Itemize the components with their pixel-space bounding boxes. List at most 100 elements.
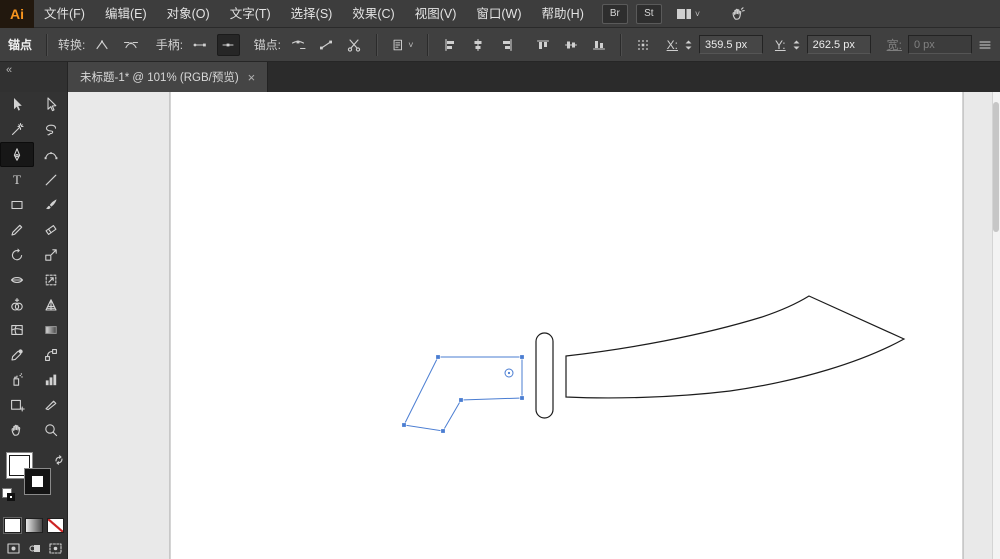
document-tab[interactable]: 未标题-1* @ 101% (RGB/预览) × bbox=[68, 62, 268, 92]
tool-symbol-sprayer[interactable] bbox=[0, 367, 34, 392]
draw-inside-icon bbox=[49, 543, 62, 554]
tool-pencil[interactable] bbox=[0, 217, 34, 242]
menu-help[interactable]: 帮助(H) bbox=[532, 0, 594, 28]
tool-eyedropper[interactable] bbox=[0, 342, 34, 367]
convert-to-corner-button[interactable] bbox=[91, 34, 113, 56]
align-top-button[interactable] bbox=[532, 34, 554, 56]
menu-window[interactable]: 窗口(W) bbox=[466, 0, 531, 28]
tool-type[interactable]: T bbox=[0, 167, 34, 192]
collapse-panel-icon[interactable]: « bbox=[6, 64, 12, 76]
hide-handles-icon bbox=[220, 37, 236, 53]
tool-pen[interactable] bbox=[0, 142, 34, 167]
tool-scale[interactable] bbox=[34, 242, 68, 267]
menu-view[interactable]: 视图(V) bbox=[405, 0, 467, 28]
tool-blend[interactable] bbox=[34, 342, 68, 367]
tool-free-transform[interactable] bbox=[34, 267, 68, 292]
tool-width[interactable] bbox=[0, 267, 34, 292]
tool-rectangle[interactable] bbox=[0, 192, 34, 217]
draw-inside-button[interactable] bbox=[47, 541, 65, 556]
y-label[interactable]: Y: bbox=[775, 38, 786, 52]
draw-behind-button[interactable] bbox=[25, 541, 43, 556]
canvas-workspace[interactable] bbox=[68, 92, 1000, 559]
tool-gradient[interactable] bbox=[34, 317, 68, 342]
gradient-button[interactable] bbox=[25, 518, 42, 533]
separator bbox=[376, 34, 378, 56]
y-input[interactable]: 262.5 px bbox=[807, 35, 871, 54]
menu-object[interactable]: 对象(O) bbox=[157, 0, 220, 28]
close-tab-icon[interactable]: × bbox=[248, 71, 256, 84]
tool-paintbrush[interactable] bbox=[34, 192, 68, 217]
anchor-point[interactable] bbox=[436, 355, 440, 359]
none-button[interactable] bbox=[47, 518, 64, 533]
document-setup-button[interactable]: ˅ bbox=[388, 34, 418, 56]
anchor-point[interactable] bbox=[441, 429, 445, 433]
hide-handles-button[interactable] bbox=[217, 34, 239, 56]
stroke-color-swatch[interactable] bbox=[25, 469, 50, 494]
line-segment-icon bbox=[43, 172, 59, 188]
tool-shape-builder[interactable] bbox=[0, 292, 34, 317]
x-label[interactable]: X: bbox=[667, 38, 678, 52]
swap-fill-stroke-button[interactable] bbox=[53, 453, 65, 471]
stock-button[interactable]: St bbox=[636, 4, 662, 24]
anchor-point[interactable] bbox=[520, 396, 524, 400]
workspace-switcher-button[interactable]: ˅ bbox=[676, 7, 700, 21]
tool-direct-selection[interactable] bbox=[34, 92, 68, 117]
vertical-scrollbar-thumb[interactable] bbox=[993, 102, 999, 232]
guard-capsule-path[interactable] bbox=[536, 333, 553, 418]
align-right-icon bbox=[500, 38, 514, 52]
convert-to-smooth-button[interactable] bbox=[120, 34, 142, 56]
curvature-icon bbox=[43, 147, 59, 163]
tool-selection[interactable] bbox=[0, 92, 34, 117]
tool-mesh[interactable] bbox=[0, 317, 34, 342]
panel-flyout-button[interactable] bbox=[978, 38, 992, 52]
control-bar: 锚点 转换: 手柄: 锚点: bbox=[0, 28, 1000, 62]
tool-magic-wand[interactable] bbox=[0, 117, 34, 142]
tool-rotate[interactable] bbox=[0, 242, 34, 267]
show-handles-button[interactable] bbox=[189, 34, 211, 56]
bridge-button[interactable]: Br bbox=[602, 4, 628, 24]
share-button[interactable] bbox=[730, 6, 746, 22]
menu-effect[interactable]: 效果(C) bbox=[342, 0, 404, 28]
draw-normal-button[interactable] bbox=[4, 541, 22, 556]
tool-line-segment[interactable] bbox=[34, 167, 68, 192]
tool-zoom[interactable] bbox=[34, 417, 68, 442]
tool-lasso[interactable] bbox=[34, 117, 68, 142]
mesh-icon bbox=[9, 322, 25, 338]
vertical-scrollbar[interactable] bbox=[992, 92, 1000, 559]
anchor-point[interactable] bbox=[459, 398, 463, 402]
separator bbox=[620, 34, 622, 56]
x-input[interactable]: 359.5 px bbox=[699, 35, 763, 54]
tool-eraser[interactable] bbox=[34, 217, 68, 242]
menu-type[interactable]: 文字(T) bbox=[220, 0, 281, 28]
artboard-icon bbox=[9, 397, 25, 413]
align-middle-vertical-button[interactable] bbox=[560, 34, 582, 56]
menu-file[interactable]: 文件(F) bbox=[34, 0, 95, 28]
tool-slice[interactable] bbox=[34, 392, 68, 417]
connect-endpoints-button[interactable] bbox=[315, 34, 337, 56]
reference-point-locator[interactable] bbox=[632, 34, 654, 56]
align-bottom-button[interactable] bbox=[588, 34, 610, 56]
align-left-button[interactable] bbox=[439, 34, 461, 56]
tool-perspective-grid[interactable] bbox=[34, 292, 68, 317]
tool-hand[interactable] bbox=[0, 417, 34, 442]
color-button[interactable] bbox=[4, 518, 21, 533]
tools-panel: T bbox=[0, 92, 68, 559]
tool-artboard[interactable] bbox=[0, 392, 34, 417]
pencil-icon bbox=[9, 222, 25, 238]
align-right-button[interactable] bbox=[496, 34, 518, 56]
x-stepper[interactable] bbox=[684, 38, 693, 52]
tool-curvature[interactable] bbox=[34, 142, 68, 167]
tools-panel-header[interactable]: « bbox=[0, 62, 68, 92]
width-label: 宽: bbox=[887, 36, 902, 53]
default-fill-stroke-button[interactable] bbox=[2, 488, 16, 502]
document-canvas[interactable] bbox=[68, 92, 1000, 559]
tool-column-graph[interactable] bbox=[34, 367, 68, 392]
align-center-horizontal-button[interactable] bbox=[467, 34, 489, 56]
cut-path-button[interactable] bbox=[343, 34, 365, 56]
menu-edit[interactable]: 编辑(E) bbox=[95, 0, 157, 28]
y-stepper[interactable] bbox=[792, 38, 801, 52]
remove-anchor-button[interactable] bbox=[287, 34, 309, 56]
anchor-point[interactable] bbox=[520, 355, 524, 359]
menu-select[interactable]: 选择(S) bbox=[281, 0, 343, 28]
anchor-point[interactable] bbox=[402, 423, 406, 427]
